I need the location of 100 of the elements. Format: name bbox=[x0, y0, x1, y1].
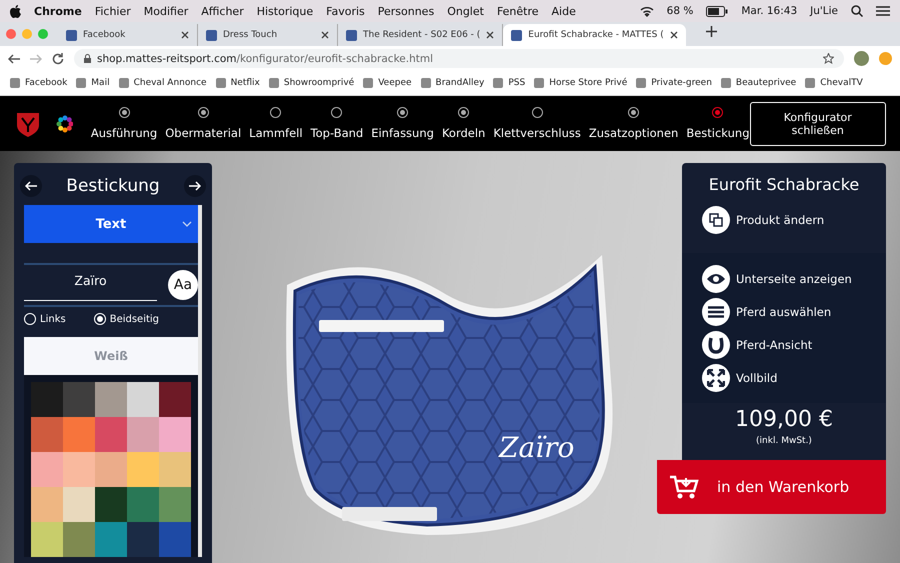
profile-avatar[interactable] bbox=[854, 51, 869, 66]
bookmark[interactable]: Facebook bbox=[10, 78, 68, 88]
battery-icon[interactable] bbox=[706, 6, 728, 16]
close-window-button[interactable] bbox=[6, 29, 16, 39]
color-wheel-icon[interactable] bbox=[54, 114, 73, 134]
configurator-step[interactable]: Obermaterial bbox=[165, 96, 242, 151]
color-swatch[interactable] bbox=[95, 382, 127, 417]
configurator-step[interactable]: Zusatzoptionen bbox=[588, 96, 678, 151]
color-swatch[interactable] bbox=[31, 417, 63, 452]
menu-item[interactable]: Chrome bbox=[34, 4, 82, 18]
color-swatch[interactable] bbox=[95, 417, 127, 452]
lock-icon[interactable] bbox=[84, 54, 91, 63]
panel-title: Bestickung bbox=[66, 176, 160, 196]
bookmark[interactable]: Horse Store Privé bbox=[534, 78, 628, 88]
close-icon[interactable] bbox=[181, 31, 189, 39]
menu-item[interactable]: Aide bbox=[552, 4, 576, 18]
color-swatch[interactable] bbox=[31, 522, 63, 557]
favicon-icon bbox=[363, 78, 374, 88]
color-swatch[interactable] bbox=[127, 417, 159, 452]
color-swatch[interactable] bbox=[31, 452, 63, 487]
color-swatch[interactable] bbox=[63, 487, 95, 522]
embroidery-type-dropdown[interactable]: Text bbox=[24, 205, 198, 243]
previous-arrow-button[interactable] bbox=[20, 175, 42, 197]
color-swatch[interactable] bbox=[95, 487, 127, 522]
font-button[interactable]: Aa bbox=[168, 270, 198, 300]
back-button[interactable] bbox=[8, 54, 20, 64]
placement-radio[interactable]: Beidseitig bbox=[94, 313, 160, 325]
address-field[interactable]: shop.mattes-reitsport.com/konfigurator/eurofit-schabracke.html bbox=[74, 49, 844, 68]
color-swatch[interactable] bbox=[159, 417, 191, 452]
close-icon[interactable] bbox=[670, 31, 678, 39]
configurator-step[interactable]: Top-Band bbox=[310, 96, 364, 151]
clock[interactable]: Mar. 16:43 bbox=[741, 5, 798, 17]
color-swatch[interactable] bbox=[63, 382, 95, 417]
bookmark[interactable]: Netflix bbox=[216, 78, 260, 88]
color-swatch[interactable] bbox=[63, 522, 95, 557]
update-icon[interactable] bbox=[879, 52, 892, 65]
color-swatch[interactable] bbox=[31, 382, 63, 417]
menu-item[interactable]: Onglet bbox=[447, 4, 484, 18]
bookmark[interactable]: Showroomprivé bbox=[268, 78, 354, 88]
bookmark[interactable]: Private-green bbox=[636, 78, 712, 88]
minimize-window-button[interactable] bbox=[22, 29, 32, 39]
bookmark[interactable]: Veepee bbox=[363, 78, 412, 88]
reload-button[interactable] bbox=[52, 52, 64, 64]
close-configurator-button[interactable]: Konfigurator schließen bbox=[750, 102, 886, 146]
menu-item[interactable]: Fichier bbox=[94, 4, 131, 18]
color-swatch[interactable] bbox=[159, 487, 191, 522]
menu-item[interactable]: Afficher bbox=[201, 4, 244, 18]
configurator-step[interactable]: Lammfell bbox=[249, 96, 303, 151]
color-swatch[interactable] bbox=[127, 487, 159, 522]
menu-item[interactable]: Personnes bbox=[378, 4, 434, 18]
bookmark[interactable]: ChevalTV bbox=[805, 78, 863, 88]
color-swatch[interactable] bbox=[159, 522, 191, 557]
forward-button[interactable] bbox=[30, 54, 42, 64]
embroidery-text-field[interactable]: Zaïro bbox=[24, 269, 157, 301]
color-swatch[interactable] bbox=[63, 417, 95, 452]
color-swatch[interactable] bbox=[63, 452, 95, 487]
zoom-window-button[interactable] bbox=[38, 29, 48, 39]
color-swatch[interactable] bbox=[127, 522, 159, 557]
favicon-icon bbox=[268, 78, 279, 88]
menu-icon bbox=[702, 298, 730, 326]
placement-radio[interactable]: Links bbox=[24, 313, 66, 325]
apple-logo-icon[interactable] bbox=[10, 4, 21, 18]
bookmark[interactable]: Beauteprivee bbox=[720, 78, 796, 88]
configurator-step[interactable]: Bestickung bbox=[686, 96, 750, 151]
color-swatch[interactable] bbox=[127, 452, 159, 487]
embroidery-text: Zaïro bbox=[499, 431, 574, 464]
eye-action-button[interactable]: Unterseite anzeigen bbox=[702, 265, 866, 293]
horseshoe-action-button[interactable]: Pferd-Ansicht bbox=[702, 331, 866, 359]
menu-item[interactable]: Modifier bbox=[144, 4, 188, 18]
cart-icon bbox=[669, 474, 699, 500]
color-swatch[interactable] bbox=[95, 452, 127, 487]
color-swatch[interactable] bbox=[31, 487, 63, 522]
bookmark[interactable]: Mail bbox=[76, 78, 110, 88]
fullscreen-action-button[interactable]: Vollbild bbox=[702, 364, 866, 392]
bookmark[interactable]: PSS bbox=[493, 78, 526, 88]
close-icon[interactable] bbox=[321, 31, 329, 39]
menu-item[interactable]: Favoris bbox=[326, 4, 365, 18]
menu-item[interactable]: Historique bbox=[256, 4, 314, 18]
add-to-cart-button[interactable]: in den Warenkorb bbox=[657, 460, 886, 514]
menu-icon[interactable] bbox=[876, 6, 890, 16]
list-action-button[interactable]: Pferd auswählen bbox=[702, 298, 866, 326]
configurator-step[interactable]: Ausführung bbox=[90, 96, 158, 151]
color-swatch[interactable] bbox=[127, 382, 159, 417]
configurator-step[interactable]: Einfassung bbox=[371, 96, 434, 151]
bookmark[interactable]: BrandAlley bbox=[420, 78, 484, 88]
menu-item[interactable]: Fenêtre bbox=[496, 4, 539, 18]
bookmark-star-icon[interactable] bbox=[823, 53, 834, 64]
next-arrow-button[interactable] bbox=[184, 175, 206, 197]
browser-tab[interactable]: Eurofit Schabracke - MATTES ( bbox=[503, 24, 686, 46]
configurator-step[interactable]: Klettverschluss bbox=[493, 96, 581, 151]
color-swatch[interactable] bbox=[95, 522, 127, 557]
color-swatch[interactable] bbox=[159, 382, 191, 417]
close-icon[interactable] bbox=[486, 31, 494, 39]
wifi-icon[interactable] bbox=[640, 5, 654, 17]
user-name[interactable]: Ju'Lie bbox=[810, 5, 838, 17]
color-swatch[interactable] bbox=[159, 452, 191, 487]
configurator-step[interactable]: Kordeln bbox=[442, 96, 486, 151]
bookmark[interactable]: Cheval Annonce bbox=[118, 78, 207, 88]
change-product-button[interactable]: Produkt ändern bbox=[702, 206, 866, 234]
search-icon[interactable] bbox=[851, 5, 863, 17]
